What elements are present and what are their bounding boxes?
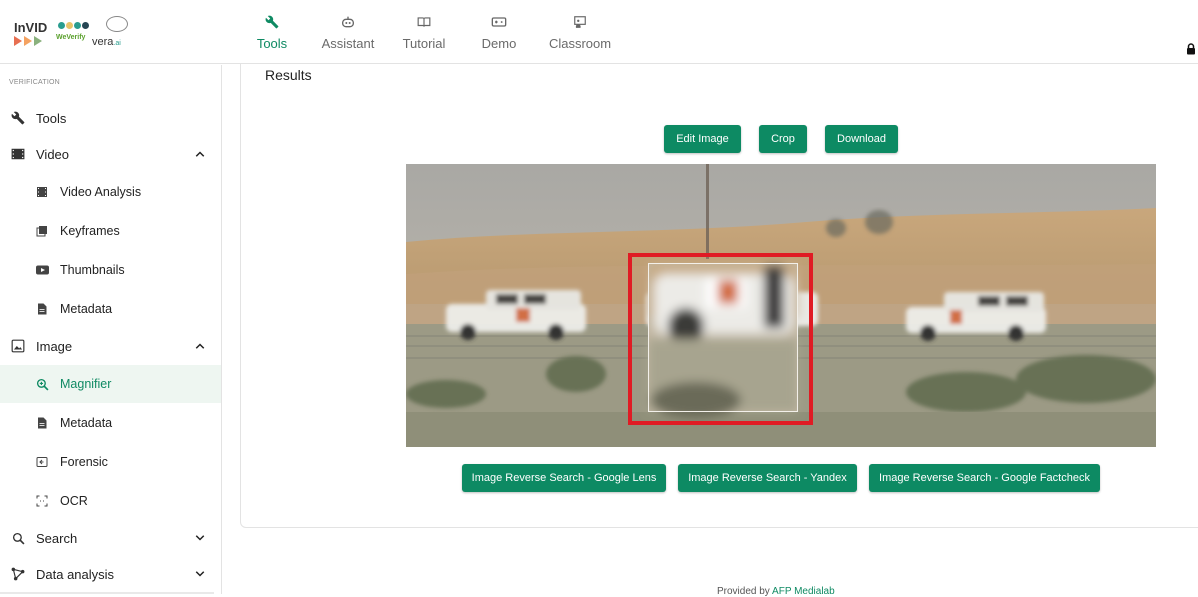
sidebar-item-forensic[interactable]: Forensic	[0, 443, 221, 481]
forensic-icon	[34, 454, 50, 470]
google-factcheck-search-button[interactable]: Image Reverse Search - Google Factcheck	[869, 464, 1100, 492]
sidebar-item-magnifier[interactable]: Magnifier	[0, 365, 221, 403]
tab-classroom[interactable]: Classroom	[544, 0, 616, 64]
footer-credit: Provided by AFP Medialab	[717, 586, 835, 597]
document-icon	[34, 415, 50, 431]
sidebar-item-image-metadata[interactable]: Metadata	[0, 404, 221, 442]
chevron-up-icon[interactable]	[193, 147, 207, 161]
lock-icon[interactable]	[1186, 42, 1196, 60]
sidebar-item-video[interactable]: Video	[0, 135, 221, 173]
magnified-image[interactable]	[406, 164, 1156, 447]
robot-icon	[302, 14, 394, 30]
sidebar-item-thumbnails[interactable]: Thumbnails	[0, 251, 221, 289]
edit-image-button[interactable]: Edit Image	[664, 125, 741, 153]
sidebar-item-video-metadata[interactable]: Metadata	[0, 290, 221, 328]
sidebar-item-ocr[interactable]: OCR	[0, 482, 221, 520]
google-lens-search-button[interactable]: Image Reverse Search - Google Lens	[462, 464, 666, 492]
chevron-down-icon[interactable]	[193, 567, 207, 581]
book-icon	[394, 14, 454, 30]
top-nav: Tools Assistant Tutorial Demo Classroom	[242, 0, 616, 64]
tab-assistant[interactable]: Assistant	[302, 0, 394, 64]
ocr-icon	[34, 493, 50, 509]
sidebar-item-keyframes[interactable]: Keyframes	[0, 212, 221, 250]
film-icon	[10, 146, 26, 162]
yandex-search-button[interactable]: Image Reverse Search - Yandex	[678, 464, 857, 492]
download-button[interactable]: Download	[825, 125, 898, 153]
results-title: Results	[265, 67, 312, 83]
keyframes-icon	[34, 223, 50, 239]
gamepad-icon	[454, 14, 544, 30]
chevron-down-icon[interactable]	[193, 531, 207, 545]
magnifier-icon	[34, 376, 50, 392]
tab-demo[interactable]: Demo	[454, 0, 544, 64]
afp-medialab-link[interactable]: AFP Medialab	[772, 586, 835, 597]
sidebar-item-search[interactable]: Search	[0, 519, 221, 557]
magnifier-lens	[648, 263, 798, 418]
document-icon	[34, 301, 50, 317]
sidebar-item-image[interactable]: Image	[0, 327, 221, 365]
sidebar-section-label: VERIFICATION	[9, 79, 60, 86]
graph-icon	[10, 566, 26, 582]
chevron-up-icon[interactable]	[193, 339, 207, 353]
search-icon	[10, 530, 26, 546]
vera-logo: vera.ai	[92, 36, 121, 48]
invid-logo: InVID	[14, 20, 47, 46]
weverify-dots-icon	[58, 22, 90, 32]
classroom-icon	[544, 14, 616, 30]
tab-tools[interactable]: Tools	[242, 0, 302, 64]
vera-eye-icon	[106, 16, 128, 32]
weverify-logo: WeVerify	[56, 34, 86, 41]
sidebar-item-tools[interactable]: Tools	[0, 99, 221, 137]
sidebar-item-video-analysis[interactable]: Video Analysis	[0, 173, 221, 211]
app-header: InVID WeVerify vera.ai Tools Assistant T…	[0, 0, 1198, 64]
sidebar-item-data-analysis[interactable]: Data analysis	[0, 555, 221, 593]
youtube-icon	[34, 262, 50, 278]
wrench-icon	[10, 110, 26, 126]
sidebar: VERIFICATION Tools Video Video Analysis …	[0, 65, 222, 594]
image-icon	[10, 338, 26, 354]
partner-logos[interactable]: InVID WeVerify vera.ai	[12, 14, 134, 50]
film-strip-icon	[34, 184, 50, 200]
crop-button[interactable]: Crop	[759, 125, 807, 153]
tab-tutorial[interactable]: Tutorial	[394, 0, 454, 64]
wrench-icon	[242, 14, 302, 30]
